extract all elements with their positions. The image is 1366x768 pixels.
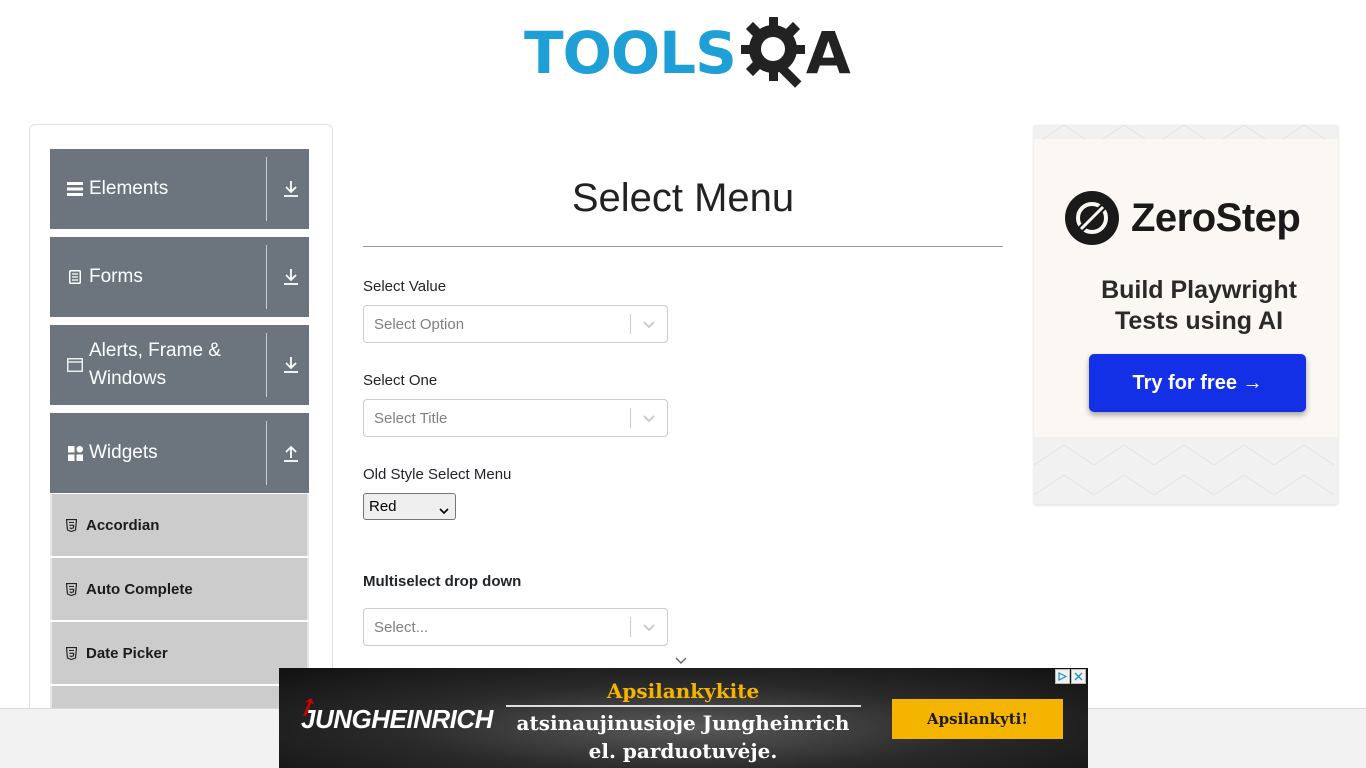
select-value-placeholder: Select Option [374,316,465,333]
sidebar-group-forms[interactable]: Forms [50,237,309,317]
adchoices-icon[interactable] [1055,669,1070,684]
chevron-down-icon[interactable] [642,318,656,330]
zerostep-icon [1065,191,1119,245]
ad-divider [505,705,861,707]
chevron-down-icon[interactable] [642,412,656,424]
sidebar-group-elements[interactable]: Elements [50,149,309,229]
left-sidebar: Elements Forms Alerts, Frame & Windows W… [29,124,333,724]
html5-icon [66,582,80,596]
multiselect-label: Multiselect drop down [363,573,522,590]
expand-down-icon[interactable] [282,179,300,199]
old-style-selected-value: Red [369,498,397,515]
sidebar-group-widgets[interactable]: Widgets [50,413,309,493]
chevron-down-icon [439,502,449,515]
zerostep-brand: ZeroStep [1131,195,1301,240]
zerostep-tagline: Build Playwright Tests using AI [1034,275,1338,337]
hamburger-icon [67,182,83,196]
divider [266,245,267,309]
select-value-label: Select Value [363,278,447,295]
old-style-select-label: Old Style Select Menu [363,466,512,483]
chevron-down-icon[interactable] [674,654,688,666]
jungheinrich-logo: JUNGHEINRICH [301,698,493,735]
ad-cta-button[interactable]: Apsilankyti! [892,699,1063,739]
sidebar-item-label: Accordian [86,516,160,534]
sidebar-group-label: Widgets [89,442,158,463]
sidebar-item-label: Auto Complete [86,580,193,598]
ad-message: Apsilankykite atsinaujinusioje Jungheinr… [499,678,867,765]
ad-brand-text: JUNGHEINRICH [301,704,493,734]
indicator-separator [630,314,631,334]
chevron-down-icon[interactable] [642,621,656,633]
html5-icon [66,646,80,660]
sidebar-group-label: Alerts, Frame & Windows [89,340,221,389]
tagline-line-1: Build Playwright [1101,276,1297,304]
multiselect-placeholder: Select... [374,619,429,636]
ad-line-2: atsinaujinusioje Jungheinrich [516,711,850,735]
ad-line-1: Apsilankykite [606,679,760,703]
gear-magnifier-icon: A [740,15,851,91]
logo-suffix: A [805,19,851,87]
collapse-up-icon[interactable] [282,443,300,463]
jungheinrich-ad[interactable]: JUNGHEINRICH Apsilankykite atsinaujinusi… [279,668,1088,768]
widgets-icon [67,445,83,461]
indicator-separator [630,617,631,637]
page-title: Select Menu [571,176,795,220]
multiselect-dropdown[interactable]: Select... [363,608,668,646]
red-arrow-icon [303,698,314,716]
select-one-dropdown[interactable]: Select Title [363,399,668,437]
sidebar-item-date-picker[interactable]: Date Picker [50,622,309,684]
document-icon [67,270,83,284]
select-value-dropdown[interactable]: Select Option [363,305,668,343]
select-one-label: Select One [363,372,438,389]
divider [266,421,267,485]
tagline-line-2: Tests using AI [1114,307,1284,335]
zerostep-ad[interactable]: ZeroStep Build Playwright Tests using AI… [1034,125,1338,504]
try-for-free-button[interactable]: Try for free → [1089,354,1306,412]
sidebar-item-accordian[interactable]: Accordian [50,494,309,556]
ad-line-3: el. parduotuvėje. [588,739,778,763]
old-style-select[interactable]: Red [363,493,456,520]
window-icon [67,358,83,372]
sidebar-group-label: Elements [89,178,169,199]
title-divider [363,246,1003,247]
zerostep-logo: ZeroStep [1065,191,1301,245]
expand-down-icon[interactable] [282,355,300,375]
select-one-placeholder: Select Title [374,410,448,427]
page: TOOLS A Elements Forms Alerts, Frame & W… [0,0,1366,768]
toolsqa-logo[interactable]: TOOLS A [524,14,851,92]
close-icon[interactable] [1071,669,1086,684]
sidebar-item-auto-complete[interactable]: Auto Complete [50,558,309,620]
html5-icon [66,518,80,532]
sidebar-item-label: Date Picker [86,644,168,662]
ad-card: ZeroStep Build Playwright Tests using AI… [1034,139,1338,437]
logo-text: TOOLS [524,19,737,87]
sidebar-group-alerts[interactable]: Alerts, Frame & Windows [50,325,309,405]
divider [266,157,267,221]
indicator-separator [630,408,631,428]
expand-down-icon[interactable] [282,267,300,287]
sidebar-group-label: Forms [89,266,143,287]
divider [266,333,267,397]
